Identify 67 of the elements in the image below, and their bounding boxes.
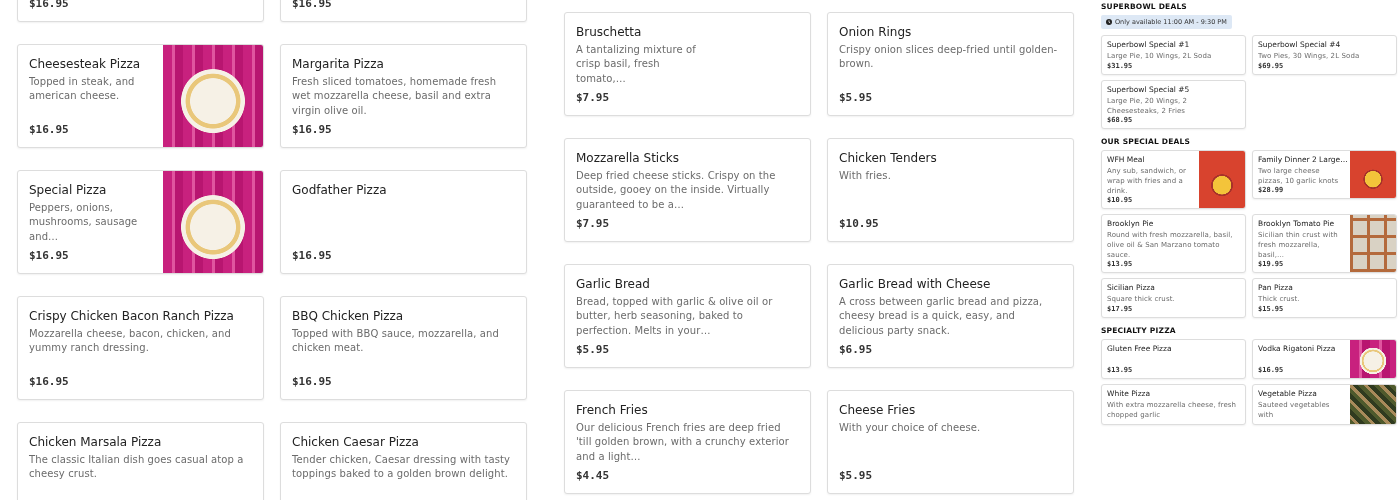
item-price: $5.95 xyxy=(839,91,874,104)
menu-card[interactable]: Garlic Bread Bread, topped with garlic & olive oil or butter, herb seasoning, baked to perfection. Melts in your… $5.95 xyxy=(564,264,811,368)
logo-placeholder xyxy=(1350,151,1396,199)
item-price: $5.95 xyxy=(839,469,874,482)
photo-placeholder xyxy=(1350,385,1396,425)
item-price: $16.95 xyxy=(292,375,333,388)
item-name: Cheesesteak Pizza xyxy=(29,57,142,73)
item-price: $16.95 xyxy=(292,123,333,136)
item-name: French Fries xyxy=(576,403,649,419)
item-description: Tender chicken, Caesar dressing with tasty toppings baked to a golden brown delight. xyxy=(292,452,512,482)
item-price: $10.95 xyxy=(839,217,880,230)
item-description: Mozzarella cheese, bacon, chicken, and yummy ranch dressing. xyxy=(29,326,232,356)
item-description: With your choice of cheese. xyxy=(839,420,982,435)
clock-icon xyxy=(1106,19,1112,25)
item-price: $16.95 xyxy=(29,123,70,136)
item-description: Deep fried cheese sticks. Crispy on the outside, gooey on the inside. Virtually guaranteed to be a… xyxy=(576,168,777,212)
item-description: Peppers, onions, mushrooms, sausage and… xyxy=(29,200,139,244)
item-name: Margarita Pizza xyxy=(292,57,385,73)
item-name: Godfather Pizza xyxy=(292,183,388,199)
menu-card[interactable]: Godfather Pizza $16.95 xyxy=(280,170,527,274)
menu-card[interactable]: Chicken Caesar Pizza Tender chicken, Caesar dressing with tasty toppings baked to a golden brown delight. xyxy=(280,422,527,500)
menu-card[interactable]: Chicken Tenders With fries. $10.95 xyxy=(827,138,1074,242)
item-name: Bruschetta xyxy=(576,25,643,41)
photo-placeholder xyxy=(1350,340,1396,379)
item-description: The classic Italian dish goes casual atop a cheesy crust. xyxy=(29,452,245,482)
item-name: Garlic Bread with Cheese xyxy=(839,277,992,293)
menu-card[interactable]: Bruschetta A tantalizing mixture of crisp basil, fresh tomato,… $7.95 xyxy=(564,12,811,116)
item-name: Chicken Tenders xyxy=(839,151,938,167)
logo-placeholder xyxy=(1199,151,1245,209)
item-price: $16.95 xyxy=(292,249,333,262)
item-name: Cheese Fries xyxy=(839,403,917,419)
menu-card[interactable]: Mozzarella Sticks Deep fried cheese sticks. Crispy on the outside, gooey on the inside. Virtually guaranteed to be a… $7.95 xyxy=(564,138,811,242)
item-price: $5.95 xyxy=(576,343,611,356)
item-description: Crispy onion slices deep-fried until golden-brown. xyxy=(839,42,1059,72)
item-price: $16.95 xyxy=(29,249,70,262)
item-name: Chicken Marsala Pizza xyxy=(29,435,163,451)
item-name: BBQ Chicken Pizza xyxy=(292,309,405,325)
item-description: Our delicious French fries are deep fried 'till golden brown, with a crunchy exterior and a light… xyxy=(576,420,790,464)
menu-card[interactable]: French Fries Our delicious French fries are deep fried 'till golden brown, with a crunchy exterior and a light… $4.45 xyxy=(564,390,811,494)
item-price: $16.95 xyxy=(29,375,70,388)
item-description: Bread, topped with garlic & olive oil or butter, herb seasoning, baked to perfection. Melts in your… xyxy=(576,294,774,338)
item-name: Onion Rings xyxy=(839,25,913,41)
item-description: With fries. xyxy=(839,168,892,183)
item-description: Topped with BBQ sauce, mozzarella, and chicken meat. xyxy=(292,326,500,356)
menu-card[interactable]: BBQ Chicken Pizza Topped with BBQ sauce, mozzarella, and chicken meat. $16.95 xyxy=(280,296,527,400)
item-price: $7.95 xyxy=(576,217,611,230)
menu-card[interactable]: Crispy Chicken Bacon Ranch Pizza Mozzarella cheese, bacon, chicken, and yummy ranch dressing. $16.95 xyxy=(17,296,264,400)
item-price: $6.95 xyxy=(839,343,874,356)
item-description: Fresh sliced tomatoes, homemade fresh wet mozzarella cheese, basil and extra virgin olive oil. xyxy=(292,74,498,118)
item-description: A tantalizing mixture of crisp basil, fresh tomato,… xyxy=(576,42,697,86)
item-price: $4.45 xyxy=(576,469,611,482)
item-name: Special Pizza xyxy=(29,183,108,199)
menu-card[interactable]: Cheese Fries With your choice of cheese. $5.95 xyxy=(827,390,1074,494)
item-price: $7.95 xyxy=(576,91,611,104)
menu-card[interactable]: Garlic Bread with Cheese A cross between garlic bread and pizza, cheesy bread is a quick, easy, and delicious party snack. $6.95 xyxy=(827,264,1074,368)
menu-card[interactable]: Special Pizza Peppers, onions, mushrooms, sausage and… $16.95 xyxy=(17,170,264,274)
photo-placeholder xyxy=(1350,215,1396,273)
item-name: Garlic Bread xyxy=(576,277,651,293)
item-name: Mozzarella Sticks xyxy=(576,151,680,167)
menu-card[interactable]: Onion Rings Crispy onion slices deep-fried until golden-brown. $5.95 xyxy=(827,12,1074,116)
item-name: Chicken Caesar Pizza xyxy=(292,435,420,451)
item-name: Crispy Chicken Bacon Ranch Pizza xyxy=(29,309,235,325)
menu-card[interactable]: Cheesesteak Pizza Topped in steak, and american cheese. $16.95 xyxy=(17,44,264,148)
item-description: Topped in steak, and american cheese. xyxy=(29,74,136,104)
item-description: A cross between garlic bread and pizza, cheesy bread is a quick, easy, and delicious party snack. xyxy=(839,294,1044,338)
menu-card[interactable]: Chicken Marsala Pizza The classic Italian dish goes casual atop a cheesy crust. xyxy=(17,422,264,500)
menu-card[interactable]: Margarita Pizza Fresh sliced tomatoes, homemade fresh wet mozzarella cheese, basil and extra virgin olive oil. $16.95 xyxy=(280,44,527,148)
